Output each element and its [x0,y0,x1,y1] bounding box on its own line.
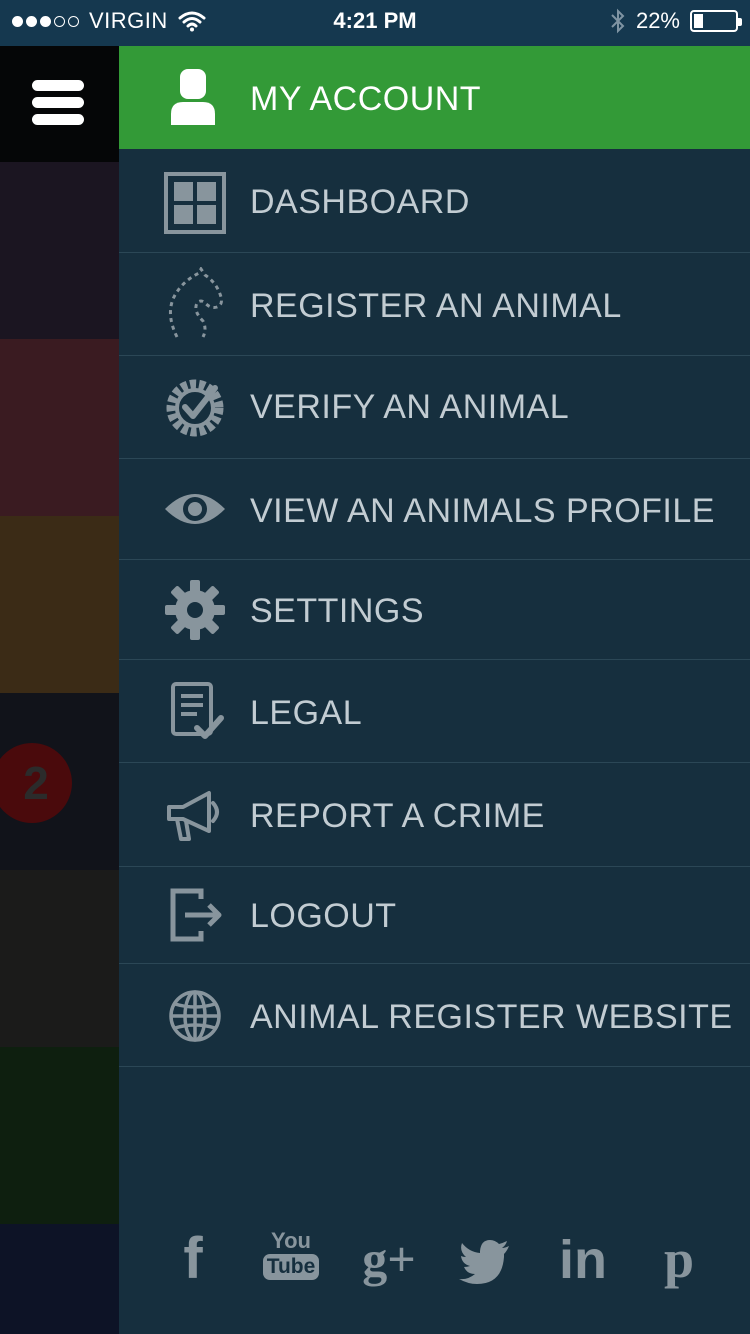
linkedin-icon[interactable]: in [553,1226,613,1296]
globe-icon [169,990,221,1042]
youtube-tube-text: Tube [262,1254,320,1280]
pinterest-icon[interactable]: p [649,1226,709,1296]
menu-item-settings[interactable]: SETTINGS [119,560,750,660]
document-check-icon [171,682,224,739]
menu-label-register-animal: REGISTER AN ANIMAL [250,287,622,325]
menu-item-legal[interactable]: LEGAL [119,660,750,763]
strip-block[interactable] [0,162,119,339]
facebook-icon[interactable]: f [163,1226,223,1296]
strip-block[interactable] [0,870,119,1047]
youtube-you-text: You [271,1228,311,1253]
menu-label-view-profile: VIEW AN ANIMALS PROFILE [250,492,715,530]
menu-toggle-cell[interactable] [0,46,119,162]
menu-item-report-crime[interactable]: REPORT A CRIME [119,763,750,867]
menu-item-website[interactable]: ANIMAL REGISTER WEBSITE [119,964,750,1067]
strip-block[interactable] [0,516,119,693]
battery-icon [690,10,742,32]
menu-item-logout[interactable]: LOGOUT [119,867,750,964]
google-plus-icon[interactable]: g+ [359,1226,419,1296]
hamburger-icon[interactable] [32,80,84,131]
twitter-icon[interactable] [455,1226,515,1296]
youtube-icon[interactable]: You Tube [261,1226,321,1296]
menu-label-website: ANIMAL REGISTER WEBSITE [250,998,733,1036]
my-account-label: MY ACCOUNT [250,80,482,118]
menu-item-dashboard[interactable]: DASHBOARD [119,149,750,253]
menu-label-logout: LOGOUT [250,897,397,935]
menu-label-dashboard: DASHBOARD [250,183,470,221]
verified-badge-icon [166,379,224,437]
side-menu: MY ACCOUNT DASHBOARD REGISTER AN ANIMAL … [119,46,750,1334]
menu-label-verify-animal: VERIFY AN ANIMAL [250,388,570,426]
underlying-content-strip[interactable]: 2 [0,46,119,1334]
gear-icon [165,580,225,640]
horse-head-icon [169,267,223,338]
battery-fill [694,14,703,28]
user-icon [171,69,215,125]
logout-icon [170,888,222,942]
menu-item-verify-animal[interactable]: VERIFY AN ANIMAL [119,356,750,459]
megaphone-icon [167,791,219,841]
status-bar: VIRGIN 4:21 PM 22% [0,0,750,46]
menu-label-legal: LEGAL [250,694,363,732]
dashboard-icon [164,172,226,234]
menu-item-register-animal[interactable]: REGISTER AN ANIMAL [119,253,750,356]
bluetooth-icon [611,8,625,34]
my-account-button[interactable]: MY ACCOUNT [119,46,750,149]
battery-percent: 22% [635,8,680,33]
menu-item-view-profile[interactable]: VIEW AN ANIMALS PROFILE [119,459,750,560]
strip-block[interactable] [0,1224,119,1334]
strip-block[interactable] [0,339,119,516]
strip-block[interactable] [0,1047,119,1224]
status-right: 22% [610,8,742,34]
menu-label-report-crime: REPORT A CRIME [250,797,545,835]
menu-label-settings: SETTINGS [250,592,425,630]
social-links: f You Tube g+ in p [119,1226,750,1296]
eye-icon [165,494,225,524]
